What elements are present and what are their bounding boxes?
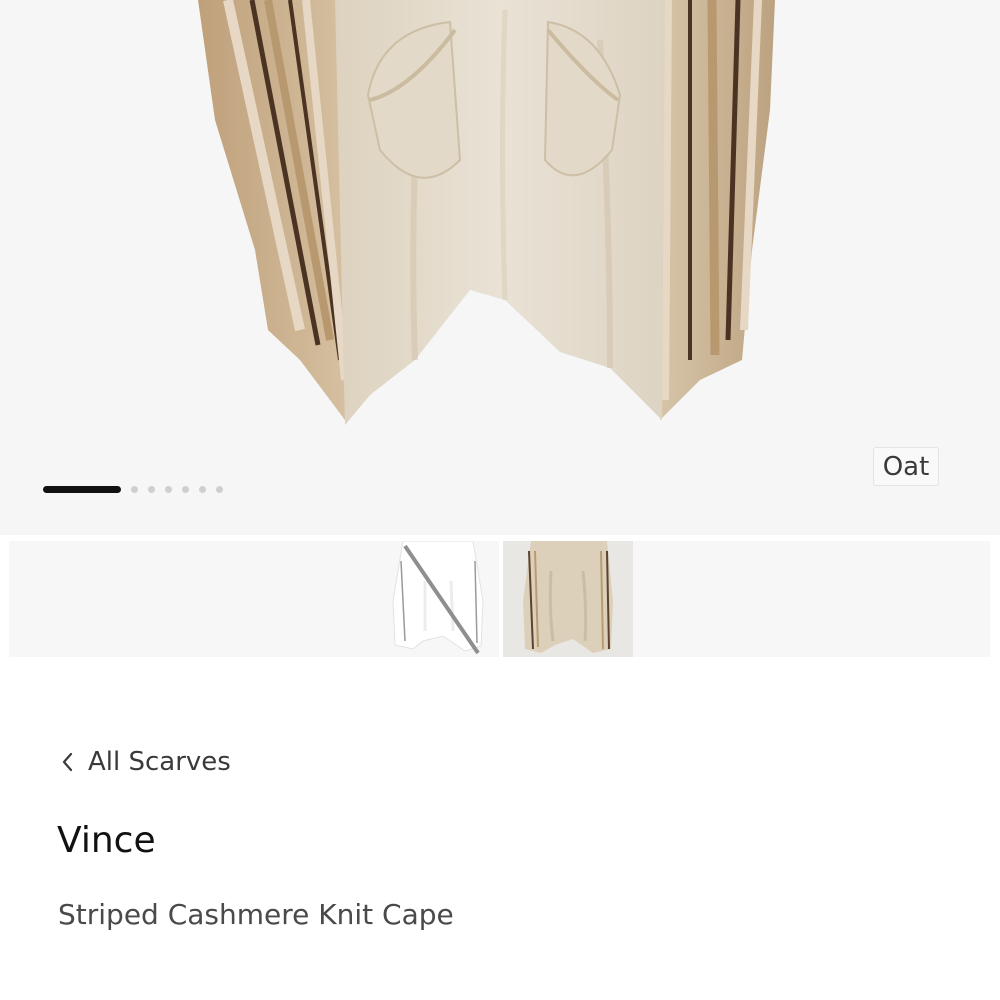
pager-dot[interactable] [148,485,155,493]
pager-active-indicator[interactable] [43,485,121,493]
swatch-oat-selected[interactable] [503,541,633,657]
pager-dot[interactable] [131,485,138,493]
pager-dot[interactable] [182,485,189,493]
selected-color-label: Oat [873,447,939,486]
product-name: Striped Cashmere Knit Cape [58,898,454,931]
product-image-gallery[interactable]: Oat [0,0,1000,535]
chevron-left-icon [58,750,76,774]
pager-dot[interactable] [199,485,206,493]
color-swatch-strip [9,541,990,657]
swatch-oat-image [503,541,633,657]
product-image [198,0,775,425]
swatch-strip-empty [633,541,990,657]
gallery-pager[interactable] [43,485,233,493]
product-brand[interactable]: Vince [57,820,156,861]
pager-dot[interactable] [165,485,172,493]
pager-dot[interactable] [216,485,223,493]
breadcrumb[interactable]: All Scarves [58,744,231,780]
breadcrumb-label[interactable]: All Scarves [88,747,231,777]
swatch-ivory-unavailable[interactable] [373,541,503,657]
swatch-ivory-image [392,541,484,655]
